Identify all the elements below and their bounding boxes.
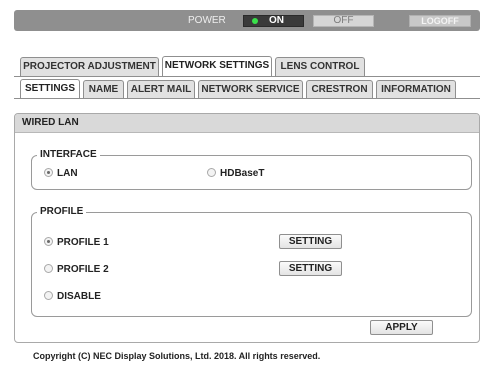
radio-checked-icon[interactable] — [44, 237, 53, 246]
sub-tab-divider — [14, 98, 480, 99]
profile-1-setting-button[interactable]: SETTING — [279, 234, 342, 249]
tab-alert-mail[interactable]: ALERT MAIL — [127, 80, 195, 99]
interface-option-label: HDBaseT — [220, 168, 265, 179]
radio-unchecked-icon[interactable] — [44, 264, 53, 273]
interface-group: INTERFACE LAN HDBaseT — [31, 149, 472, 190]
power-on-label: ON — [269, 15, 284, 26]
copyright-text: Copyright (C) NEC Display Solutions, Ltd… — [33, 351, 321, 361]
profile-option-2[interactable]: PROFILE 2 — [44, 264, 109, 276]
profile-2-setting-button[interactable]: SETTING — [279, 261, 342, 276]
apply-button[interactable]: APPLY — [370, 320, 433, 335]
profile-option-1[interactable]: PROFILE 1 — [44, 237, 109, 249]
profile-group: PROFILE PROFILE 1 SETTING PROFILE 2 SETT… — [31, 206, 472, 317]
profile-option-disable[interactable]: DISABLE — [44, 291, 101, 303]
tab-lens-control[interactable]: LENS CONTROL — [275, 57, 365, 76]
profile-option-label: DISABLE — [57, 291, 101, 302]
profile-option-label: PROFILE 2 — [57, 264, 109, 275]
wired-lan-panel: WIRED LAN INTERFACE LAN HDBaseT PROFILE … — [14, 113, 480, 343]
interface-legend: INTERFACE — [37, 149, 100, 161]
tab-projector-adjustment[interactable]: PROJECTOR ADJUSTMENT — [20, 57, 159, 76]
tab-name[interactable]: NAME — [83, 80, 124, 99]
power-bar: POWER ON OFF LOGOFF — [14, 10, 480, 31]
tab-network-settings[interactable]: NETWORK SETTINGS — [162, 56, 272, 76]
interface-option-hdbaset[interactable]: HDBaseT — [207, 168, 264, 180]
main-tab-divider — [14, 76, 480, 77]
interface-option-label: LAN — [57, 168, 78, 179]
power-label: POWER — [188, 15, 226, 26]
profile-legend: PROFILE — [37, 206, 87, 218]
power-indicator-icon — [252, 18, 258, 24]
logoff-button[interactable]: LOGOFF — [409, 15, 471, 27]
tab-network-service[interactable]: NETWORK SERVICE — [198, 80, 303, 99]
radio-unchecked-icon[interactable] — [207, 168, 216, 177]
radio-checked-icon[interactable] — [44, 168, 53, 177]
tab-information[interactable]: INFORMATION — [376, 80, 456, 99]
tab-settings[interactable]: SETTINGS — [20, 79, 80, 99]
power-off-button[interactable]: OFF — [313, 15, 374, 27]
panel-title: WIRED LAN — [15, 114, 479, 133]
radio-unchecked-icon[interactable] — [44, 291, 53, 300]
interface-option-lan[interactable]: LAN — [44, 168, 78, 180]
power-on-button[interactable]: ON — [243, 15, 304, 27]
profile-option-label: PROFILE 1 — [57, 237, 109, 248]
tab-crestron[interactable]: CRESTRON — [306, 80, 373, 99]
